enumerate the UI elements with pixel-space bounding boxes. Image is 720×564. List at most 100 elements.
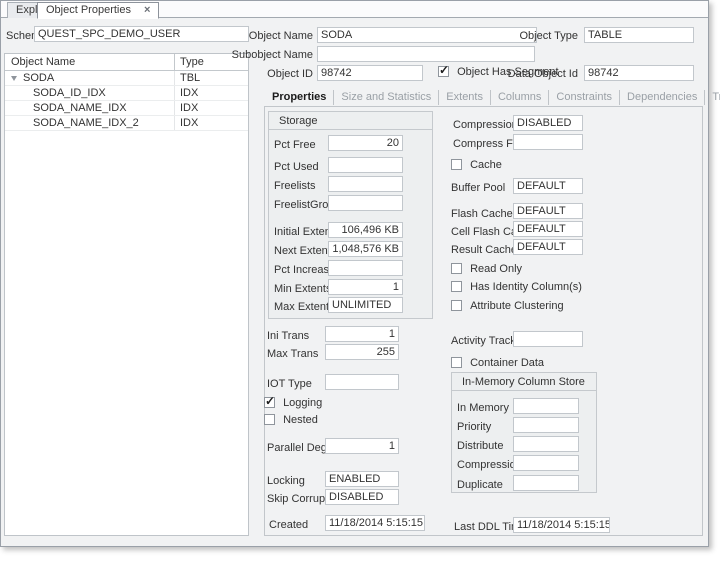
tab-constraints[interactable]: Constraints — [549, 90, 620, 105]
attribute-clustering-checkbox[interactable]: Attribute Clustering — [451, 300, 564, 313]
cache-checkbox[interactable]: Cache — [451, 159, 502, 172]
checkbox-icon — [451, 263, 462, 274]
skip-corrupt-label: Skip Corrupt — [267, 492, 328, 506]
tree-row-name: SODA_NAME_IDX — [33, 101, 127, 115]
min-extents-field[interactable]: 1 — [328, 279, 403, 295]
attribute-clustering-label: Attribute Clustering — [470, 300, 564, 312]
checkbox-icon — [264, 414, 275, 425]
in-memory-label: In Memory — [457, 401, 509, 415]
nested-label: Nested — [283, 414, 318, 426]
ini-trans-field[interactable]: 1 — [325, 326, 399, 342]
tab-dependencies[interactable]: Dependencies — [620, 90, 705, 105]
property-tab-strip: PropertiesSize and StatisticsExtentsColu… — [265, 90, 720, 105]
result-cache-field[interactable]: DEFAULT — [513, 239, 583, 255]
priority-field[interactable] — [513, 417, 579, 433]
initial-extent-label: Initial Extent — [274, 225, 334, 239]
pct-free-label: Pct Free — [274, 138, 316, 152]
distribute-field[interactable] — [513, 436, 579, 452]
schema-field[interactable]: QUEST_SPC_DEMO_USER — [34, 26, 249, 42]
flash-cache-field[interactable]: DEFAULT — [513, 203, 583, 219]
locking-field[interactable]: ENABLED — [325, 471, 399, 487]
tree-row-name: SODA — [23, 71, 54, 85]
tree-row[interactable]: SODA_NAME_IDX_2 IDX — [5, 116, 248, 131]
max-trans-label: Max Trans — [267, 347, 318, 361]
tree-row-name: SODA_ID_IDX — [33, 86, 106, 100]
tab-extents[interactable]: Extents — [439, 90, 491, 105]
created-field[interactable]: 11/18/2014 5:15:15 PM — [325, 515, 425, 531]
nested-checkbox[interactable]: Nested — [264, 414, 318, 427]
freelists-field[interactable] — [328, 176, 403, 192]
object-type-field[interactable]: TABLE — [584, 27, 694, 43]
created-label: Created — [269, 518, 308, 532]
window-tab-bar: Explorer Object Properties × — [1, 1, 708, 18]
close-icon[interactable]: × — [144, 3, 150, 18]
tab-columns[interactable]: Columns — [491, 90, 549, 105]
pct-increase-field[interactable] — [328, 260, 403, 276]
pct-free-field[interactable]: 20 — [328, 135, 403, 151]
next-extent-field[interactable]: 1,048,576 KB — [328, 241, 403, 257]
tab-properties[interactable]: Properties — [265, 90, 334, 105]
buffer-pool-field[interactable]: DEFAULT — [513, 178, 583, 194]
min-extents-label: Min Extents — [274, 282, 331, 296]
container-data-checkbox[interactable]: Container Data — [451, 357, 544, 370]
logging-label: Logging — [283, 397, 322, 409]
object-id-label: Object ID — [229, 67, 313, 81]
in-memory-field[interactable] — [513, 398, 579, 414]
has-identity-columns-checkbox[interactable]: Has Identity Column(s) — [451, 281, 582, 294]
checkbox-icon — [451, 357, 462, 368]
distribute-label: Distribute — [457, 439, 503, 453]
storage-group-title: Storage — [269, 112, 432, 130]
tab-triggers[interactable]: Triggers — [705, 90, 720, 105]
object-properties-window: Explorer Object Properties × Schema QUES… — [0, 0, 709, 547]
flash-cache-label: Flash Cache — [451, 207, 513, 221]
duplicate-field[interactable] — [513, 475, 579, 491]
iot-type-field[interactable] — [325, 374, 399, 390]
tree-column-object-name[interactable]: Object Name — [5, 54, 174, 70]
iot-type-label: IOT Type — [267, 377, 312, 391]
freelists-label: Freelists — [274, 179, 316, 193]
checkbox-icon — [264, 397, 275, 408]
initial-extent-field[interactable]: 106,496 KB — [328, 222, 403, 238]
logging-checkbox[interactable]: Logging — [264, 397, 322, 410]
skip-corrupt-field[interactable]: DISABLED — [325, 489, 399, 505]
compress-for-field[interactable] — [513, 134, 583, 150]
max-extents-field[interactable]: UNLIMITED — [328, 297, 403, 313]
tree-row[interactable]: SODA TBL — [5, 71, 248, 86]
object-tree-header: Object Name Type — [5, 54, 248, 71]
tree-row[interactable]: SODA_ID_IDX IDX — [5, 86, 248, 101]
read-only-checkbox[interactable]: Read Only — [451, 263, 522, 276]
tab-size-and-statistics[interactable]: Size and Statistics — [334, 90, 439, 105]
last-ddl-time-field[interactable]: 11/18/2014 5:15:15 PM — [513, 517, 610, 533]
freelist-groups-field[interactable] — [328, 195, 403, 211]
tab-object-properties[interactable]: Object Properties × — [37, 2, 159, 19]
tree-row-name: SODA_NAME_IDX_2 — [33, 116, 139, 130]
pct-used-field[interactable] — [328, 157, 403, 173]
checkbox-icon — [451, 281, 462, 292]
result-cache-label: Result Cache — [451, 243, 517, 257]
buffer-pool-label: Buffer Pool — [451, 181, 505, 195]
object-tree: Object Name Type SODA TBL SODA_ID_IDX ID… — [4, 53, 249, 536]
tree-row[interactable]: SODA_NAME_IDX IDX — [5, 101, 248, 116]
checkbox-icon — [451, 300, 462, 311]
next-extent-label: Next Extent — [274, 244, 331, 258]
object-name-label: Object Name — [229, 29, 313, 43]
object-type-label: Object Type — [494, 29, 578, 43]
container-data-label: Container Data — [470, 357, 544, 369]
max-trans-field[interactable]: 255 — [325, 344, 399, 360]
activity-tracking-field[interactable] — [513, 331, 583, 347]
subobject-name-field[interactable] — [317, 46, 535, 62]
tree-row-type: IDX — [174, 116, 248, 130]
compression-field[interactable]: DISABLED — [513, 115, 583, 131]
compression-label: Compression — [453, 118, 518, 132]
cache-label: Cache — [470, 159, 502, 171]
tree-row-type: IDX — [174, 86, 248, 100]
ini-trans-label: Ini Trans — [267, 329, 309, 343]
max-extents-label: Max Extents — [274, 300, 335, 314]
checkbox-icon — [451, 159, 462, 170]
im-compression-field[interactable] — [513, 455, 579, 471]
object-id-field[interactable]: 98742 — [317, 65, 423, 81]
cell-flash-cache-field[interactable]: DEFAULT — [513, 221, 583, 237]
parallel-degree-field[interactable]: 1 — [325, 438, 399, 454]
data-object-id-field[interactable]: 98742 — [584, 65, 694, 81]
expand-collapse-icon[interactable] — [11, 76, 17, 81]
